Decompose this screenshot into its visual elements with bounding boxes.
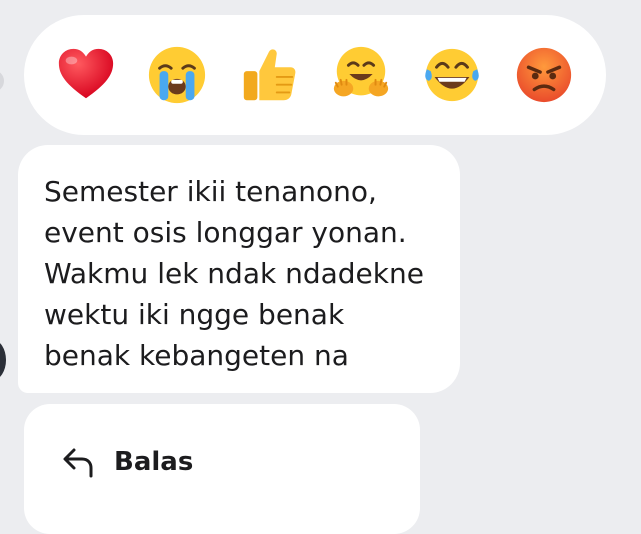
reply-arrow-icon (60, 444, 96, 480)
crying-face-icon (146, 44, 208, 106)
hugging-face-icon (330, 44, 392, 106)
reaction-heart[interactable] (53, 42, 119, 108)
reaction-thumbs-up[interactable] (236, 42, 302, 108)
message-bubble[interactable]: Semester ikii tenanono, event osis longg… (18, 145, 460, 393)
reaction-laugh[interactable] (419, 42, 485, 108)
reaction-angry[interactable] (511, 42, 577, 108)
context-menu: Balas (24, 404, 420, 534)
reaction-bar (24, 15, 606, 135)
message-text: Semester ikii tenanono, event osis longg… (44, 175, 424, 372)
reaction-crying[interactable] (144, 42, 210, 108)
sender-avatar-partial-top (0, 70, 4, 92)
reply-menu-item[interactable]: Balas (60, 442, 193, 482)
heart-icon (55, 44, 117, 106)
thumbs-up-icon (238, 44, 300, 106)
tears-of-joy-icon (421, 44, 483, 106)
sender-avatar (0, 340, 6, 380)
reply-label: Balas (114, 447, 194, 477)
angry-face-icon (513, 44, 575, 106)
reaction-hug[interactable] (328, 42, 394, 108)
